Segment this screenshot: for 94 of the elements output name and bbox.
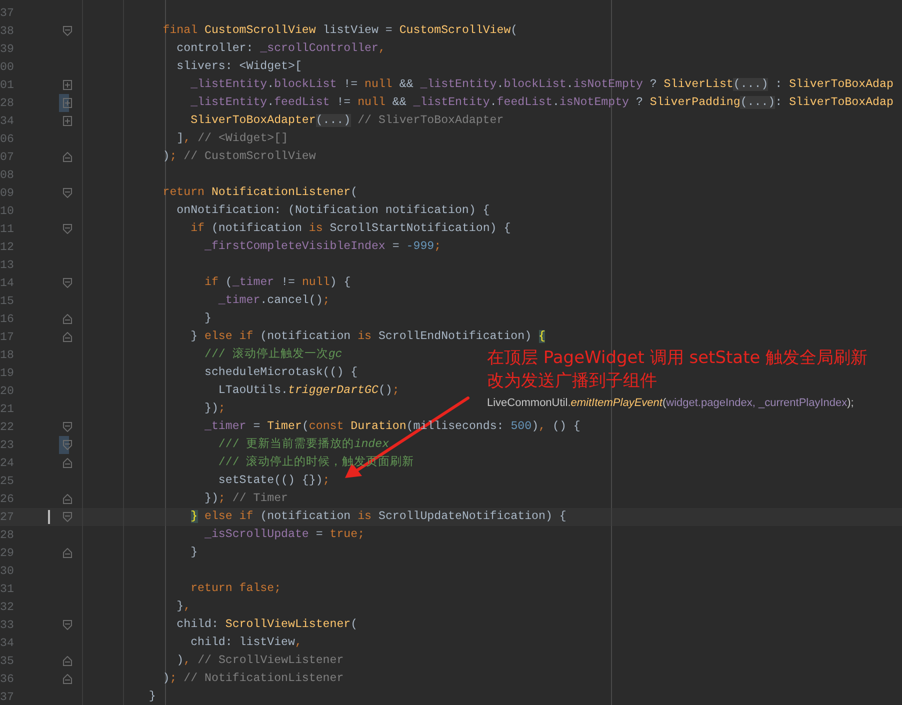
code-line: ], // <Widget>[] xyxy=(176,131,288,147)
fold-icon[interactable] xyxy=(63,458,72,468)
fold-icon[interactable] xyxy=(63,224,72,234)
code-line: } else if (notification is ScrollEndNotification) { xyxy=(190,329,546,345)
line-number: 38 xyxy=(0,24,15,38)
line-number: 26 xyxy=(0,492,15,506)
code-line: ); // NotificationListener xyxy=(162,671,344,687)
fold-icon[interactable] xyxy=(63,440,72,450)
fold-icon[interactable] xyxy=(63,674,72,684)
fold-icon[interactable] xyxy=(63,278,72,288)
fold-icon[interactable] xyxy=(63,620,72,630)
fold-icon[interactable] xyxy=(63,422,72,432)
line-number: 15 xyxy=(0,294,15,308)
code-line: }); // Timer xyxy=(204,491,288,507)
line-number: 37 xyxy=(0,690,15,704)
code-line: setState(() {}); xyxy=(217,473,330,489)
code-line: _isScrollUpdate = true; xyxy=(204,527,365,543)
code-line: } xyxy=(148,689,156,705)
fold-icon[interactable] xyxy=(63,188,72,198)
line-number: 19 xyxy=(0,366,15,380)
line-number: 11 xyxy=(0,222,15,236)
line-number: 12 xyxy=(0,240,15,254)
line-number: 06 xyxy=(0,132,15,146)
code-line: _listEntity.blockList != null && _listEntity.blockList.isNotEmpty ? SliverList(...) : SliverToBoxAdap xyxy=(190,77,894,93)
code-line: ), // ScrollViewListener xyxy=(176,653,344,669)
annotation-text: 在顶层 PageWidget 调用 setState 触发全局刷新 xyxy=(487,347,868,370)
fold-icon[interactable] xyxy=(63,656,72,666)
code-line: LTaoUtils.triggerDartGC(); xyxy=(217,383,400,399)
line-number: 28 xyxy=(0,528,15,542)
code-line: ); // CustomScrollView xyxy=(162,149,316,165)
code-line: if (_timer != null) { xyxy=(204,275,351,291)
annotation-text: 改为发送广播到子组件 xyxy=(487,370,658,393)
line-number: 37 xyxy=(0,6,15,20)
code-line: child: listView, xyxy=(190,635,302,651)
code-line: onNotification: (Notification notification) { xyxy=(176,203,490,219)
line-number: 32 xyxy=(0,600,15,614)
line-number: 39 xyxy=(0,42,15,56)
code-line: scheduleMicrotask(() { xyxy=(204,365,358,381)
code-line: slivers: <Widget>[ xyxy=(176,59,302,75)
line-number: 00 xyxy=(0,60,15,74)
line-number: 23 xyxy=(0,438,15,452)
line-number: 31 xyxy=(0,582,15,596)
code-line: final CustomScrollView listView = CustomScrollView( xyxy=(162,23,518,39)
code-line: /// 更新当前需要播放的index xyxy=(217,436,390,453)
line-number: 01 xyxy=(0,78,15,92)
fold-icon[interactable] xyxy=(63,26,72,36)
code-line: _listEntity.feedList != null && _listEntity.feedList.isNotEmpty ? SliverPadding(...): SliverToBoxAdap xyxy=(190,95,894,111)
line-number: 36 xyxy=(0,672,15,686)
fold-icon[interactable] xyxy=(63,152,72,162)
code-line: _timer.cancel(); xyxy=(217,293,330,309)
line-number: 33 xyxy=(0,618,15,632)
line-number: 16 xyxy=(0,312,15,326)
expand-icon[interactable] xyxy=(63,80,72,90)
line-number: 30 xyxy=(0,564,15,578)
code-line: if (notification is ScrollStartNotification) { xyxy=(190,221,511,237)
line-number: 24 xyxy=(0,456,15,470)
line-number: 34 xyxy=(0,114,15,128)
code-line: controller: _scrollController, xyxy=(176,41,386,57)
code-line: child: ScrollViewListener( xyxy=(176,617,358,633)
fold-icon[interactable] xyxy=(63,548,72,558)
code-line: } xyxy=(204,311,212,327)
code-line: /// 滚动停止触发一次gc xyxy=(204,346,342,363)
line-number: 17 xyxy=(0,330,15,344)
code-line: }, xyxy=(176,599,191,615)
fold-icon[interactable] xyxy=(63,314,72,324)
code-line: return NotificationListener( xyxy=(162,185,358,201)
fold-icon[interactable] xyxy=(63,512,72,522)
line-number: 10 xyxy=(0,204,15,218)
line-number: 28 xyxy=(0,96,15,110)
expand-icon[interactable] xyxy=(63,98,72,108)
code-snippet: LiveCommonUtil.emitItemPlayEvent(widget.pageIndex, _currentPlayIndex); xyxy=(487,397,855,409)
text-cursor xyxy=(48,510,50,524)
line-number: 20 xyxy=(0,384,15,398)
expand-icon[interactable] xyxy=(63,116,72,126)
line-number: 29 xyxy=(0,546,15,560)
fold-icon[interactable] xyxy=(63,332,72,342)
line-number: 13 xyxy=(0,258,15,272)
line-number: 21 xyxy=(0,402,15,416)
line-number: 09 xyxy=(0,186,15,200)
code-line: } else if (notification is ScrollUpdateNotification) { xyxy=(190,509,566,525)
code-line: SliverToBoxAdapter(...) // SliverToBoxAdapter xyxy=(190,113,504,129)
line-number: 22 xyxy=(0,420,15,434)
code-line: return false; xyxy=(190,581,282,597)
code-line: } xyxy=(190,545,198,561)
line-number: 18 xyxy=(0,348,15,362)
line-number: 25 xyxy=(0,474,15,488)
line-number: 14 xyxy=(0,276,15,290)
code-line: }); xyxy=(204,401,226,417)
code-line: _firstCompleteVisibleIndex = -999; xyxy=(204,239,442,255)
line-number: 34 xyxy=(0,636,15,650)
line-number: 35 xyxy=(0,654,15,668)
fold-icon[interactable] xyxy=(63,494,72,504)
line-number: 07 xyxy=(0,150,15,164)
line-number: 08 xyxy=(0,168,15,182)
